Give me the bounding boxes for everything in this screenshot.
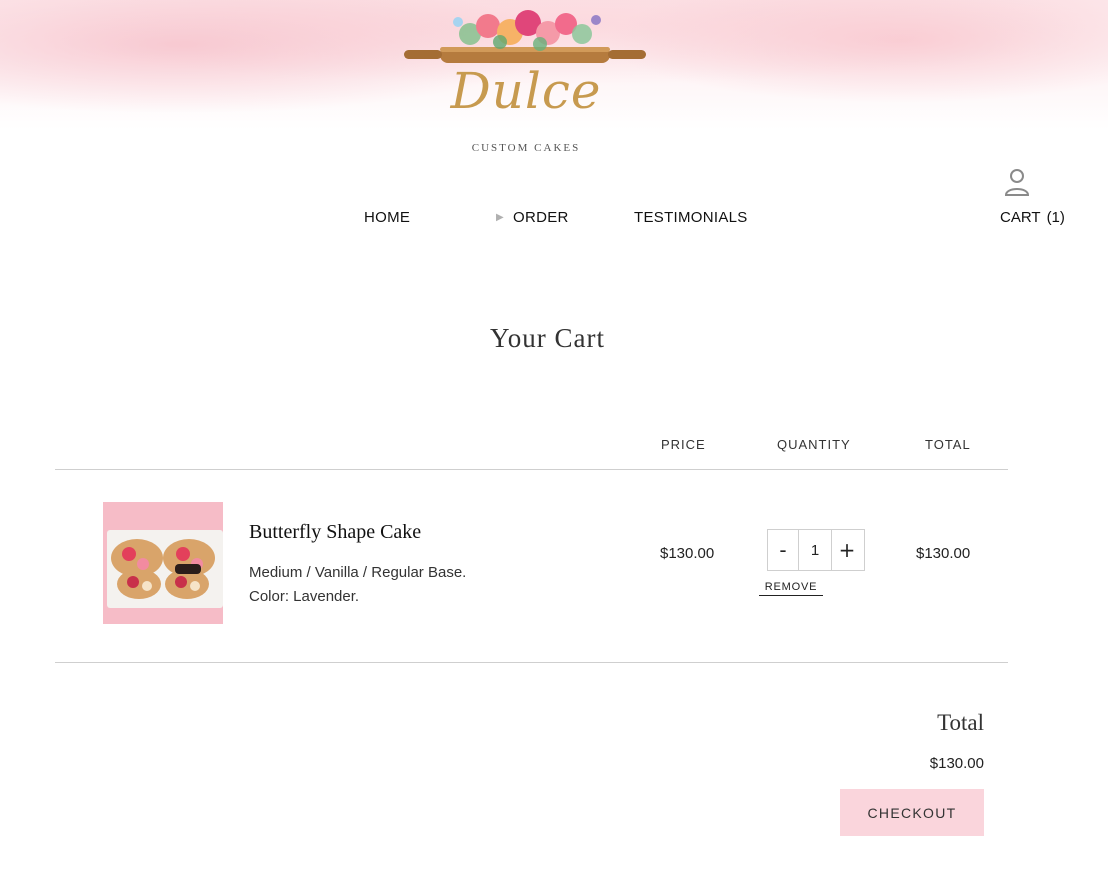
decrease-quantity-button[interactable]: - <box>768 530 798 570</box>
cart-count: (1) <box>1046 209 1065 226</box>
item-price: $130.00 <box>660 545 715 562</box>
remove-item-link[interactable]: REMOVE <box>759 581 823 596</box>
product-image[interactable] <box>103 502 223 624</box>
header-quantity: QUANTITY <box>777 437 851 452</box>
nav-testimonials[interactable]: TESTIMONIALS <box>634 209 748 226</box>
quantity-input[interactable] <box>798 530 832 570</box>
item-line-total: $130.00 <box>916 545 971 562</box>
brand-logo[interactable]: Dulce CUSTOM CAKES <box>400 4 650 160</box>
header-price: PRICE <box>661 437 706 452</box>
increase-quantity-button[interactable]: + <box>832 530 862 570</box>
product-color: Color: Lavender. <box>249 588 360 605</box>
cart-label: CART <box>1000 209 1041 226</box>
divider <box>55 662 1008 663</box>
nav-home[interactable]: HOME <box>364 209 410 226</box>
brand-name: Dulce <box>450 62 602 120</box>
header-total: TOTAL <box>925 437 971 452</box>
checkout-button[interactable]: CHECKOUT <box>840 789 984 836</box>
user-icon[interactable] <box>1004 168 1030 198</box>
total-value: $130.00 <box>929 755 984 772</box>
nav-order[interactable]: ORDER <box>513 209 569 226</box>
product-variant: Medium / Vanilla / Regular Base. <box>249 564 467 581</box>
cart-link[interactable]: CART (1) <box>1000 209 1065 226</box>
page-title: Your Cart <box>489 323 606 353</box>
caret-right-icon: ▶ <box>496 212 504 223</box>
divider <box>55 469 1008 470</box>
brand-tagline: CUSTOM CAKES <box>471 142 581 154</box>
quantity-stepper: - + <box>767 529 865 571</box>
product-name[interactable]: Butterfly Shape Cake <box>249 521 421 544</box>
total-label: Total <box>937 710 984 735</box>
